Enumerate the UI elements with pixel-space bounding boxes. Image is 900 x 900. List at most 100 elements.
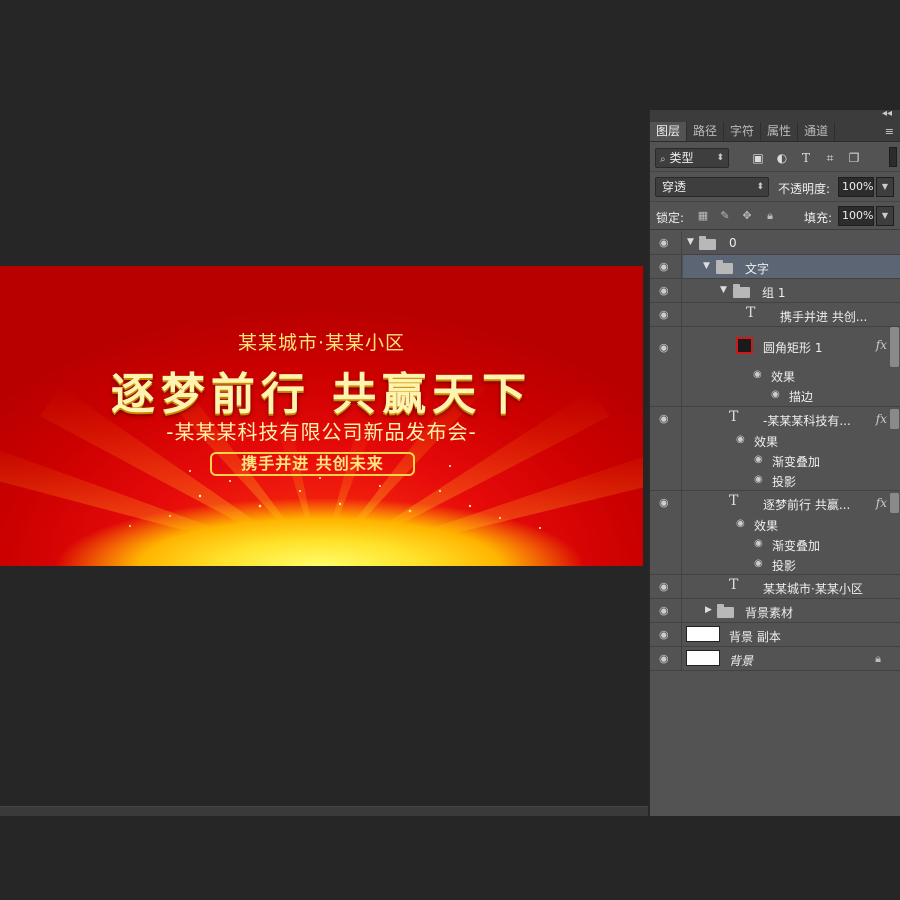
canvas-horizontal-scrollbar[interactable] <box>0 806 648 816</box>
layer-text-company[interactable]: ◉ T -某某某科技有... fx ◉ 效果 ◉ 渐变叠加 ◉ 投影 <box>650 407 900 491</box>
layers-list: ◉ ▼ 0 ◉ ▼ 文字 ◉ ▼ 组 1 ◉ T 携手并进 共创... ◉ 圆角… <box>650 231 900 671</box>
text-layer-icon: T <box>746 305 756 321</box>
layer-name: 背景 <box>729 654 754 668</box>
layer-shape-rect[interactable]: ◉ 圆角矩形 1 fx ◉ 效果 ◉ 描边 <box>650 327 900 407</box>
layer-filter-row: ⌕ 类型 ⬍ ▣ ◐ T ⌗ ❐ <box>650 142 900 172</box>
layers-scrollbar-thumb[interactable] <box>890 409 899 429</box>
layer-group-1[interactable]: ◉ ▼ 组 1 <box>650 279 900 303</box>
fx-icon[interactable]: fx <box>876 496 887 510</box>
tab-layers[interactable]: 图层 <box>650 122 688 141</box>
layers-scrollbar-thumb[interactable] <box>890 493 899 513</box>
layer-name: 逐梦前行 共赢... <box>763 498 851 512</box>
fx-icon[interactable]: fx <box>876 412 887 426</box>
folder-icon <box>733 284 750 298</box>
layer-background[interactable]: ◉ 背景 🔒︎ <box>650 647 900 671</box>
stroke-eye-icon[interactable]: ◉ <box>771 389 780 400</box>
filter-kind-select[interactable]: ⌕ 类型 ⬍ <box>655 148 729 168</box>
collapse-icon[interactable]: ◂◂ <box>882 108 892 119</box>
layer-thumbnail <box>686 650 720 666</box>
eye-icon: ◉ <box>659 496 669 509</box>
blend-mode-select[interactable]: 穿透 ⬍ <box>655 177 769 197</box>
expand-triangle-icon[interactable]: ▼ <box>703 261 710 271</box>
visibility-toggle[interactable]: ◉ <box>650 647 682 670</box>
layer-name: 0 <box>729 236 737 250</box>
panel-header: ◂◂ <box>650 108 900 122</box>
opacity-input[interactable]: 100% <box>838 177 874 197</box>
type-filter-icon[interactable]: T <box>798 150 814 166</box>
pixel-filter-icon[interactable]: ▣ <box>750 150 766 166</box>
layer-group-0[interactable]: ◉ ▼ 0 <box>650 231 900 255</box>
fill-input[interactable]: 100% <box>838 206 874 226</box>
light-glow <box>0 466 643 566</box>
layers-scrollbar-thumb[interactable] <box>890 327 899 367</box>
shape-filter-icon[interactable]: ⌗ <box>822 150 838 166</box>
banner-slogan: 携手并进 共创未来 <box>210 452 415 476</box>
effects-eye-icon[interactable]: ◉ <box>753 369 762 380</box>
collapse-triangle-icon[interactable]: ▶ <box>705 605 712 615</box>
tab-paths[interactable]: 路径 <box>687 122 725 141</box>
folder-icon <box>699 236 716 250</box>
panel-tabs: 图层 路径 字符 属性 通道 ≡ <box>650 122 900 142</box>
blend-mode-label: 穿透 <box>662 180 687 194</box>
smart-object-filter-icon[interactable]: ❐ <box>846 150 862 166</box>
visibility-toggle[interactable]: ◉ <box>650 327 682 406</box>
layer-text-title[interactable]: ◉ T 逐梦前行 共赢... fx ◉ 效果 ◉ 渐变叠加 ◉ 投影 <box>650 491 900 575</box>
lock-transparency-icon[interactable]: ▦ <box>696 209 710 223</box>
eye-icon: ◉ <box>659 308 669 321</box>
banner-title: 逐梦前行 共赢天下 <box>110 369 533 420</box>
opacity-dropdown-icon[interactable]: ▼ <box>876 177 894 197</box>
eye-icon: ◉ <box>659 236 669 249</box>
fx-icon[interactable]: fx <box>876 338 887 352</box>
opacity-label: 不透明度: <box>778 182 831 196</box>
tab-character[interactable]: 字符 <box>724 122 762 141</box>
visibility-toggle[interactable]: ◉ <box>650 623 682 646</box>
layer-group-text[interactable]: ◉ ▼ 文字 <box>650 255 900 279</box>
visibility-toggle[interactable]: ◉ <box>650 575 682 598</box>
adjustment-filter-icon[interactable]: ◐ <box>774 150 790 166</box>
effects-eye-icon[interactable]: ◉ <box>736 434 745 445</box>
text-layer-icon: T <box>729 493 739 509</box>
layer-text-subtitle[interactable]: ◉ T 某某城市·某某小区 <box>650 575 900 599</box>
folder-icon <box>717 604 734 618</box>
photoshop-window: 某某城市·某某小区 逐梦前行 共赢天下 -某某某科技有限公司新品发布会- 携手并… <box>0 0 900 900</box>
layer-name: 背景 副本 <box>729 630 781 644</box>
lock-paint-icon[interactable]: ✎ <box>718 209 732 223</box>
lock-move-icon[interactable]: ✥ <box>740 209 754 223</box>
effects-label: 效果 <box>754 435 779 449</box>
layer-bg-copy[interactable]: ◉ 背景 副本 <box>650 623 900 647</box>
tab-properties[interactable]: 属性 <box>761 122 799 141</box>
tab-channels[interactable]: 通道 <box>798 122 836 141</box>
status-area <box>0 816 900 900</box>
visibility-toggle[interactable]: ◉ <box>650 599 682 622</box>
filter-kind-label: 类型 <box>669 151 694 165</box>
effects-label: 效果 <box>754 519 779 533</box>
gradient-eye-icon[interactable]: ◉ <box>754 538 763 549</box>
visibility-toggle[interactable]: ◉ <box>650 407 682 490</box>
visibility-toggle[interactable]: ◉ <box>650 303 682 326</box>
gradient-overlay-label: 渐变叠加 <box>772 455 821 469</box>
banner-artwork[interactable]: 某某城市·某某小区 逐梦前行 共赢天下 -某某某科技有限公司新品发布会- 携手并… <box>0 266 643 566</box>
gradient-eye-icon[interactable]: ◉ <box>754 454 763 465</box>
expand-triangle-icon[interactable]: ▼ <box>687 237 694 247</box>
shadow-eye-icon[interactable]: ◉ <box>754 558 763 569</box>
shadow-eye-icon[interactable]: ◉ <box>754 474 763 485</box>
effects-eye-icon[interactable]: ◉ <box>736 518 745 529</box>
lock-label: 锁定: <box>656 211 685 225</box>
lock-row: 锁定: ▦ ✎ ✥ 🔒︎ 填充: 100% ▼ <box>650 202 900 230</box>
layer-text-slogan[interactable]: ◉ T 携手并进 共创... <box>650 303 900 327</box>
panel-menu-icon[interactable]: ≡ <box>885 125 894 138</box>
visibility-toggle[interactable]: ◉ <box>650 491 682 574</box>
lock-all-icon[interactable]: 🔒︎ <box>763 209 777 223</box>
document-canvas-area[interactable]: 某某城市·某某小区 逐梦前行 共赢天下 -某某某科技有限公司新品发布会- 携手并… <box>0 0 648 808</box>
shape-thumbnail <box>736 337 753 354</box>
fill-dropdown-icon[interactable]: ▼ <box>876 206 894 226</box>
expand-triangle-icon[interactable]: ▼ <box>720 285 727 295</box>
filter-toggle[interactable] <box>889 147 897 167</box>
layer-name: 背景素材 <box>745 606 794 620</box>
drop-shadow-label: 投影 <box>772 475 797 489</box>
visibility-toggle[interactable]: ◉ <box>650 279 682 302</box>
layer-group-bg-material[interactable]: ◉ ▶ 背景素材 <box>650 599 900 623</box>
visibility-toggle[interactable]: ◉ <box>650 255 682 278</box>
banner-subtitle: 某某城市·某某小区 <box>237 332 406 354</box>
visibility-toggle[interactable]: ◉ <box>650 231 682 254</box>
